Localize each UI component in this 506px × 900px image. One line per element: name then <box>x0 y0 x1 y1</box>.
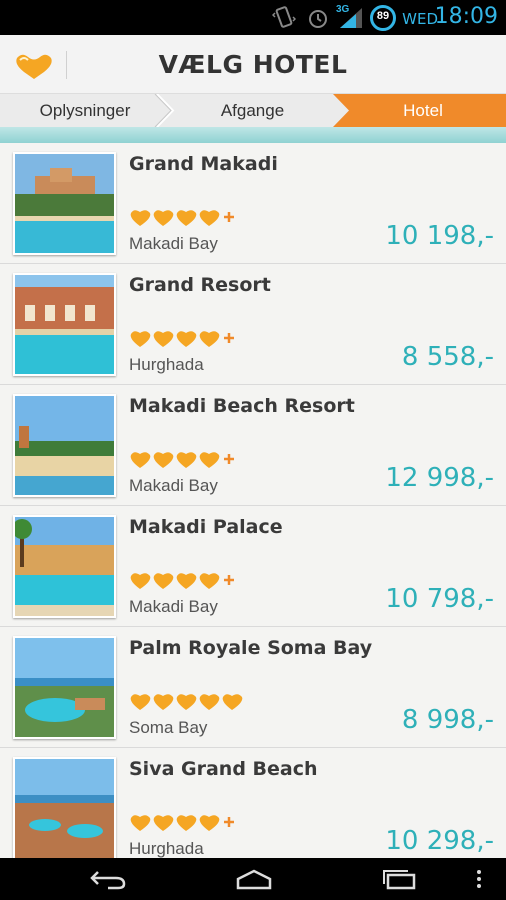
booking-steps: Oplysninger Afgange Hotel <box>0 94 506 127</box>
rating-heart-icon <box>199 573 220 589</box>
hotel-name: Makadi Palace <box>129 516 283 538</box>
rating-heart-icon <box>153 815 174 831</box>
hotel-name: Siva Grand Beach <box>129 758 318 780</box>
status-bar: 3G 89 WED 18:09 <box>0 0 506 35</box>
rating-heart-icon <box>130 452 151 468</box>
rating-plus-icon <box>224 454 234 464</box>
home-icon[interactable] <box>234 868 274 890</box>
status-day: WED <box>402 10 438 28</box>
rating-heart-icon <box>130 210 151 226</box>
hotel-row[interactable]: Grand Makadi Makadi Bay 10 198,- <box>0 143 506 264</box>
battery-level: 89 <box>376 10 390 22</box>
signal-indicator: 3G <box>336 4 364 30</box>
hotel-location: Makadi Bay <box>129 476 218 495</box>
rating-heart-icon <box>153 573 174 589</box>
hotel-thumbnail <box>13 636 116 739</box>
rating-heart-icon <box>176 815 197 831</box>
hotel-name: Palm Royale Soma Bay <box>129 637 373 659</box>
rating-plus-icon <box>224 575 234 585</box>
hotel-price: 10 298,- <box>385 826 494 856</box>
hotel-thumbnail <box>13 273 116 376</box>
hotel-rating <box>129 207 237 227</box>
app-header: VÆLG HOTEL <box>0 35 506 94</box>
hotel-thumbnail <box>13 757 116 858</box>
hotel-thumbnail <box>13 394 116 497</box>
step-hotel[interactable]: Hotel <box>340 94 506 127</box>
hotel-row[interactable]: Palm Royale Soma Bay Soma Bay 8 998,- <box>0 627 506 748</box>
hotel-location: Soma Bay <box>129 718 208 737</box>
battery-icon: 89 <box>370 5 396 31</box>
rating-heart-icon <box>176 331 197 347</box>
hotel-name: Grand Makadi <box>129 153 278 175</box>
hotel-name: Makadi Beach Resort <box>129 395 355 417</box>
rating-plus-icon <box>224 817 234 827</box>
rating-heart-icon <box>199 331 220 347</box>
hotel-price: 8 998,- <box>401 705 494 735</box>
vibrate-icon <box>272 6 296 28</box>
hotel-rating <box>129 328 237 348</box>
rating-heart-icon <box>130 815 151 831</box>
hotel-location: Hurghada <box>129 839 204 858</box>
status-time: 18:09 <box>434 4 498 29</box>
signal-icon <box>340 8 362 28</box>
hotel-location: Makadi Bay <box>129 597 218 616</box>
rating-heart-icon <box>153 452 174 468</box>
rating-heart-icon <box>176 573 197 589</box>
hotel-price: 10 798,- <box>385 584 494 614</box>
hotel-rating <box>129 449 237 469</box>
system-nav-bar <box>0 858 506 900</box>
hotel-name: Grand Resort <box>129 274 271 296</box>
rating-heart-icon <box>153 694 174 710</box>
rating-heart-icon <box>199 694 220 710</box>
rating-heart-icon <box>130 573 151 589</box>
rating-heart-icon <box>153 210 174 226</box>
rating-heart-icon <box>176 452 197 468</box>
rating-heart-icon <box>176 210 197 226</box>
hotel-location: Hurghada <box>129 355 204 374</box>
step-afgange[interactable]: Afgange <box>170 94 335 127</box>
hotel-location: Makadi Bay <box>129 234 218 253</box>
hotel-rating <box>129 570 237 590</box>
hotel-price: 12 998,- <box>385 463 494 493</box>
hotel-thumbnail <box>13 152 116 255</box>
hotel-row[interactable]: Makadi Beach Resort Makadi Bay 12 998,- <box>0 385 506 506</box>
rating-heart-icon <box>199 210 220 226</box>
page-title: VÆLG HOTEL <box>158 50 348 79</box>
hotel-row[interactable]: Makadi Palace Makadi Bay 10 798,- <box>0 506 506 627</box>
rating-plus-icon <box>224 333 234 343</box>
hotel-row[interactable]: Siva Grand Beach Hurghada 10 298,- <box>0 748 506 858</box>
hotel-rating <box>129 812 237 832</box>
rating-heart-icon <box>199 815 220 831</box>
header-divider-band <box>0 127 506 143</box>
rating-plus-icon <box>224 212 234 222</box>
alarm-icon <box>309 10 327 28</box>
rating-heart-icon <box>130 331 151 347</box>
hotel-price: 8 558,- <box>401 342 494 372</box>
hotel-list[interactable]: Grand Makadi Makadi Bay 10 198,- Grand R… <box>0 143 506 858</box>
rating-heart-icon <box>222 694 243 710</box>
rating-heart-icon <box>130 694 151 710</box>
rating-heart-icon <box>176 694 197 710</box>
recent-apps-icon[interactable] <box>380 868 420 890</box>
hotel-price: 10 198,- <box>385 221 494 251</box>
hotel-row[interactable]: Grand Resort Hurghada 8 558,- <box>0 264 506 385</box>
hotel-thumbnail <box>13 515 116 618</box>
rating-heart-icon <box>153 331 174 347</box>
step-oplysninger[interactable]: Oplysninger <box>0 94 170 127</box>
back-icon[interactable] <box>88 868 128 890</box>
rating-heart-icon <box>199 452 220 468</box>
overflow-menu-icon[interactable] <box>474 868 484 890</box>
hotel-rating <box>129 691 244 711</box>
